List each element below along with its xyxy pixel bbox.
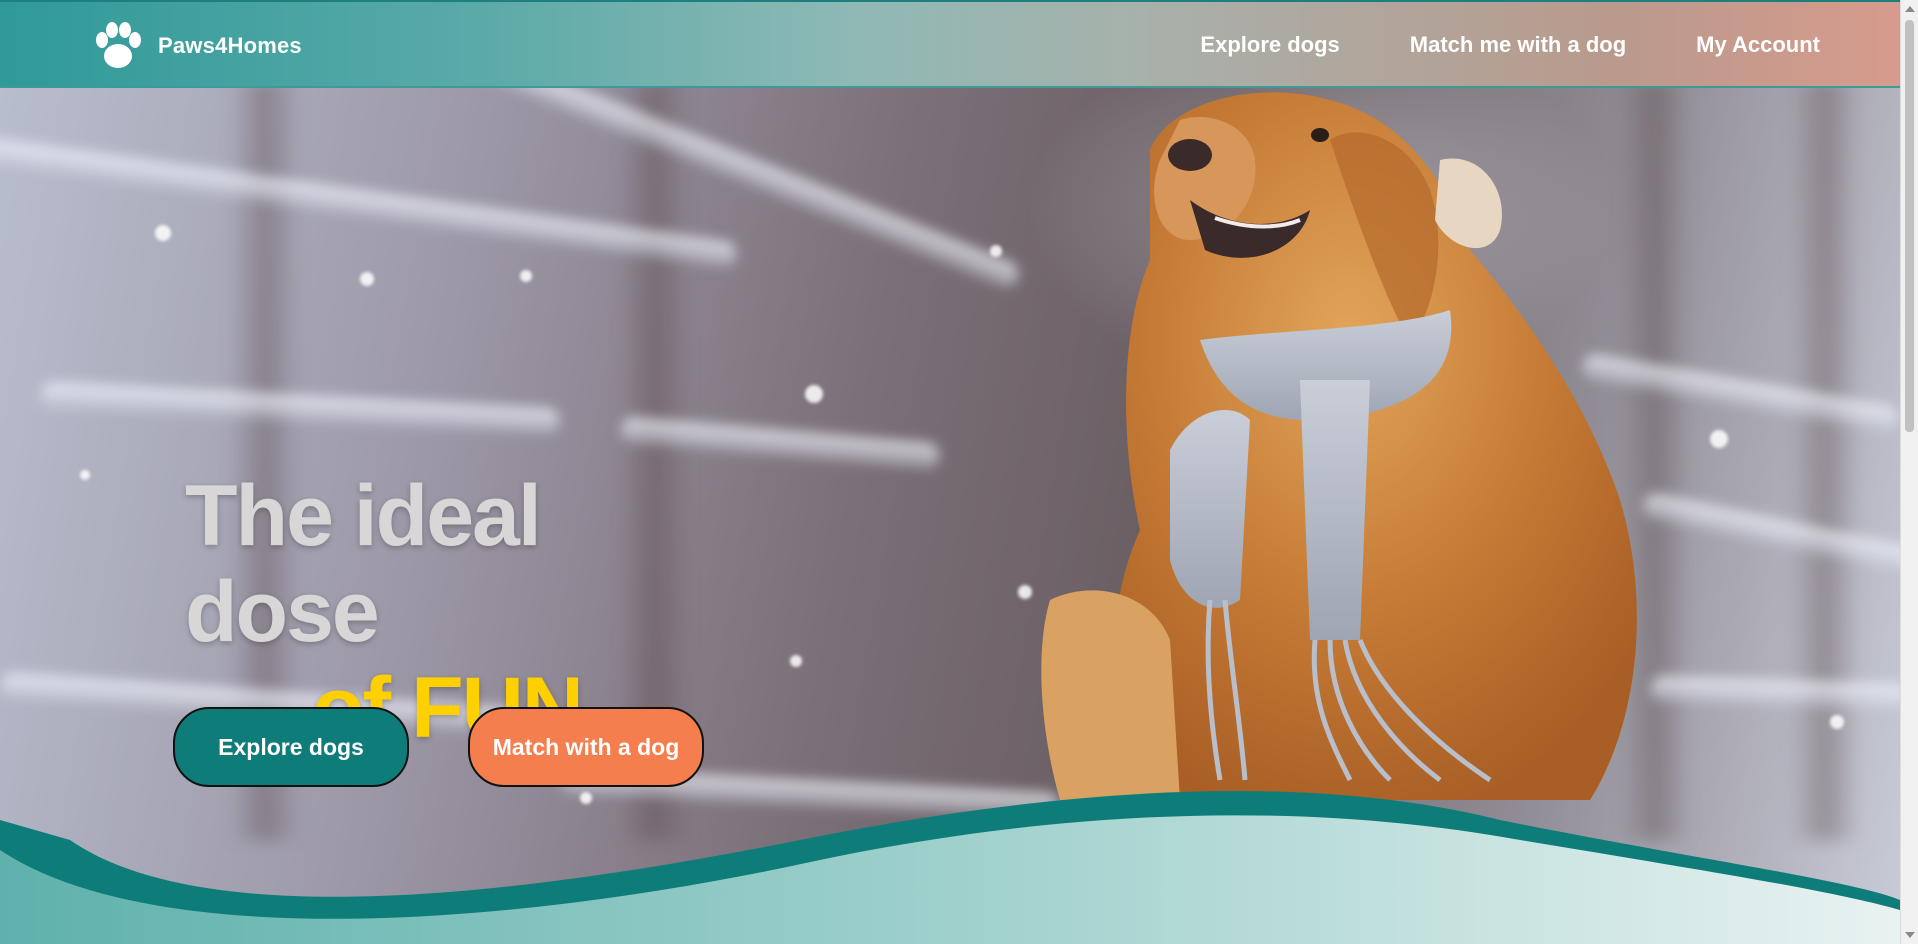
match-with-dog-button[interactable]: Match with a dog <box>468 707 704 787</box>
nav-match-me[interactable]: Match me with a dog <box>1410 32 1626 58</box>
top-navbar: Paws4Homes Explore dogs Match me with a … <box>0 0 1900 88</box>
bottom-wave <box>0 791 1900 944</box>
snowflake <box>520 270 532 282</box>
scroll-thumb[interactable] <box>1905 20 1914 432</box>
snowflake <box>790 655 802 667</box>
snowflake <box>155 225 171 241</box>
nav-links: Explore dogs Match me with a dog My Acco… <box>1200 2 1820 88</box>
snowflake <box>990 245 1002 257</box>
nav-my-account[interactable]: My Account <box>1696 32 1820 58</box>
snowflake <box>80 470 90 480</box>
headline-line-1: The ideal dose <box>185 468 542 660</box>
snowflake <box>1710 430 1728 448</box>
dog-hero-image <box>1041 92 1637 800</box>
paw-icon <box>96 22 141 68</box>
brand-link[interactable]: Paws4Homes <box>88 16 302 76</box>
brand-name: Paws4Homes <box>158 33 302 58</box>
snowflake <box>805 385 823 403</box>
scroll-up-arrow-icon[interactable] <box>1905 6 1915 12</box>
nav-explore-dogs[interactable]: Explore dogs <box>1200 32 1339 58</box>
page-scrollbar[interactable] <box>1900 0 1918 944</box>
explore-dogs-button[interactable]: Explore dogs <box>173 707 409 787</box>
snowflake <box>1830 715 1844 729</box>
scroll-down-arrow-icon[interactable] <box>1905 932 1915 938</box>
background-tree <box>1790 80 1860 840</box>
background-branch <box>39 381 561 435</box>
snowflake <box>360 272 374 286</box>
